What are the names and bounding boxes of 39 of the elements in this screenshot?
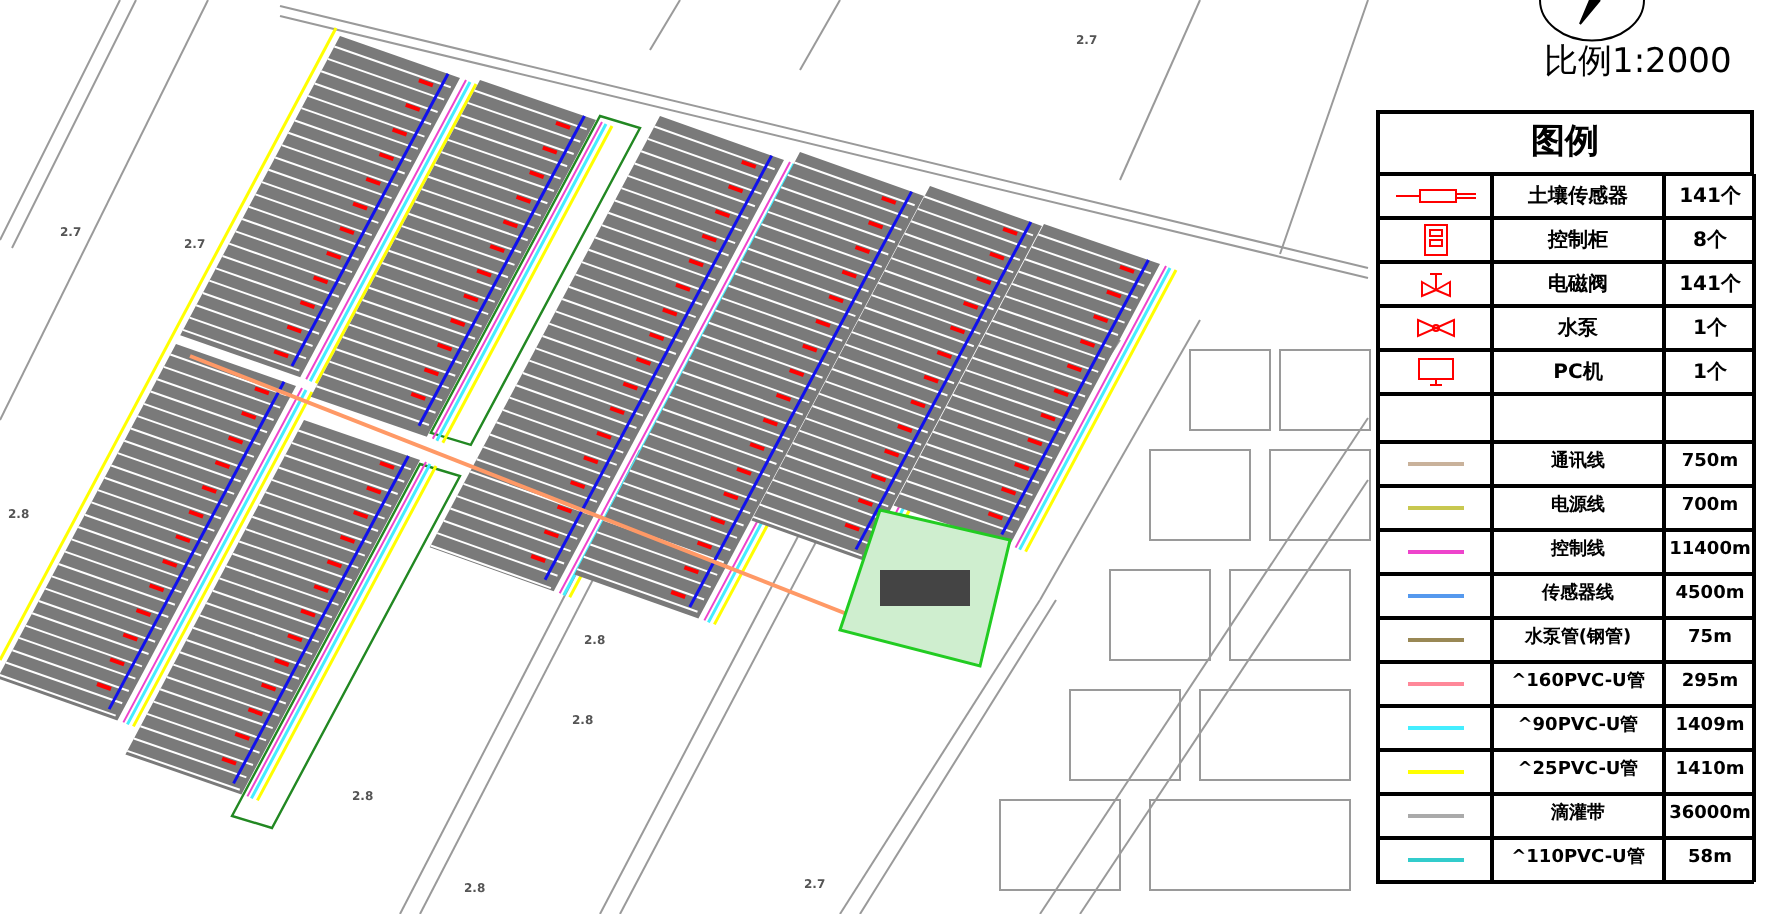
scale-label: 比例1:2000: [1544, 40, 1732, 86]
legend-count: 8个: [1693, 227, 1727, 255]
legend-length: 11400m: [1669, 538, 1751, 565]
legend-length: 75m: [1688, 626, 1732, 653]
legend-length: 1410m: [1675, 758, 1745, 785]
legend-name: ^110PVC-U管: [1511, 846, 1645, 873]
legend-name: ^25PVC-U管: [1517, 758, 1639, 785]
legend-length: 750m: [1681, 450, 1739, 477]
building: [880, 570, 970, 606]
legend-count: 141个: [1679, 183, 1741, 211]
legend-count: 1个: [1693, 315, 1727, 343]
legend-name: 控制柜: [1548, 227, 1608, 255]
legend-length: 295m: [1681, 670, 1739, 697]
legend-length: 1409m: [1675, 714, 1745, 741]
legend-name: ^160PVC-U管: [1511, 670, 1645, 697]
legend-length: 36000m: [1669, 802, 1751, 829]
legend-title: 图例: [1378, 112, 1752, 174]
legend-name: ^90PVC-U管: [1517, 714, 1639, 741]
legend-name: 传感器线: [1542, 582, 1614, 609]
valve-icon: [1419, 270, 1451, 298]
legend-name: PC机: [1553, 359, 1603, 387]
legend-name: 水泵: [1558, 315, 1598, 343]
legend-name: 电磁阀: [1548, 271, 1608, 299]
legend-name: 滴灌带: [1551, 802, 1605, 829]
pump-icon: [1415, 318, 1455, 338]
legend-length: 700m: [1681, 494, 1739, 521]
legend-count: 141个: [1679, 271, 1741, 299]
compass-drawing: [1539, 0, 1645, 42]
sensor-icon: [1395, 188, 1475, 204]
legend-name: 控制线: [1551, 538, 1605, 565]
cabinet-icon: [1423, 224, 1447, 256]
legend-name: 水泵管(钢管): [1524, 626, 1632, 653]
legend-name: 通讯线: [1551, 450, 1605, 477]
legend-name: 电源线: [1551, 494, 1605, 521]
legend-length: 58m: [1688, 846, 1732, 873]
legend-length: 4500m: [1675, 582, 1745, 609]
legend-name: 土壤传感器: [1528, 182, 1628, 211]
monitor-icon: [1417, 358, 1453, 386]
legend-count: 1个: [1693, 359, 1727, 387]
